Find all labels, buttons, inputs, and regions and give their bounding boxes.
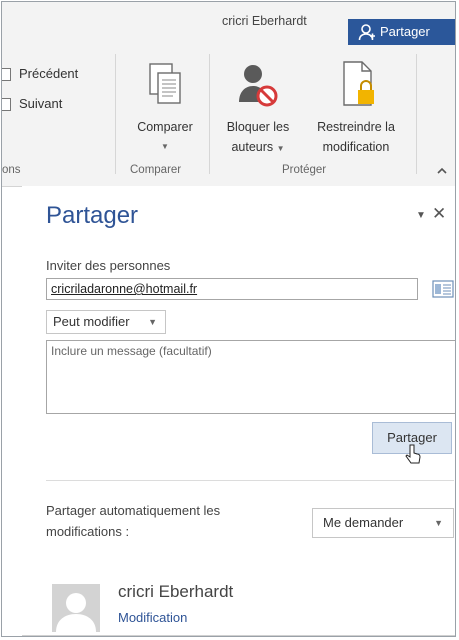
group-label-protect: Protéger — [282, 164, 327, 176]
auto-share-select[interactable]: Me demander ▼ — [312, 508, 454, 538]
chevron-down-icon: ▼ — [161, 142, 169, 151]
title-bar: cricri Eberhardt Partager — [2, 2, 455, 46]
permission-value: Peut modifier — [53, 314, 130, 329]
compare-label: Comparer — [137, 120, 193, 134]
avatar — [52, 584, 100, 632]
pane-title: Partager — [46, 202, 139, 229]
ribbon: Précédent Suivant ons Comparer ▼ Compare… — [2, 46, 455, 187]
compare-icon — [149, 63, 181, 104]
user-name[interactable]: cricri Eberhardt — [222, 14, 307, 28]
group-label-compare: Comparer — [130, 164, 182, 176]
chevron-down-icon: ▼ — [434, 518, 443, 528]
document-icon — [2, 68, 11, 82]
compare-button[interactable]: Comparer ▼ — [120, 54, 210, 154]
chevron-down-icon: ▼ — [276, 144, 285, 153]
word-window: cricri Eberhardt Partager Précédent Suiv… — [1, 1, 456, 637]
block-authors-button[interactable]: Bloquer les auteurs ▼ — [212, 54, 304, 158]
shared-person-role[interactable]: Modification — [118, 610, 187, 625]
address-book-icon[interactable] — [432, 280, 454, 298]
ribbon-separator — [416, 54, 417, 174]
document-icon — [2, 98, 11, 112]
ribbon-separator — [115, 54, 116, 174]
close-icon[interactable]: ✕ — [432, 204, 446, 224]
block-authors-icon — [239, 65, 278, 107]
previous-label: Précédent — [19, 66, 79, 81]
block-authors-label-2: auteurs ▼ — [231, 140, 285, 154]
permission-select[interactable]: Peut modifier ▼ — [46, 310, 166, 334]
invite-label: Inviter des personnes — [46, 258, 171, 273]
previous-change-button[interactable]: Précédent — [2, 66, 79, 82]
chevron-down-icon: ▼ — [148, 317, 157, 327]
person-icon — [358, 24, 375, 41]
restrict-editing-button[interactable]: Restreindre la modification — [304, 54, 408, 158]
list-divider — [22, 635, 455, 636]
next-change-button[interactable]: Suivant — [2, 96, 63, 112]
block-authors-label-1: Bloquer les — [226, 120, 290, 134]
share-pane: Partager ▼ ✕ Inviter des personnes cricr… — [22, 186, 455, 636]
auto-share-label: Partager automatiquement les modificatio… — [46, 503, 221, 539]
shared-person-name: cricri Eberhardt — [118, 582, 234, 601]
chevron-up-icon[interactable] — [436, 166, 448, 176]
message-field[interactable]: Inclure un message (facultatif) — [46, 340, 455, 414]
mouse-cursor-icon — [405, 444, 421, 464]
ribbon-separator — [209, 54, 210, 174]
email-field[interactable]: cricriladaronne@hotmail.fr — [46, 278, 418, 300]
share-top-button[interactable]: Partager — [348, 19, 455, 45]
share-top-label: Partager — [380, 24, 430, 39]
pane-divider — [46, 480, 454, 481]
restrict-label-1: Restreindre la — [317, 120, 395, 134]
restrict-label-2: modification — [322, 140, 390, 154]
group-label-changes: ons — [2, 164, 21, 176]
auto-share-value: Me demander — [323, 515, 404, 530]
person-icon — [56, 593, 96, 632]
next-label: Suivant — [19, 96, 63, 111]
restrict-editing-icon — [343, 61, 374, 106]
pane-options-icon[interactable]: ▼ — [416, 210, 426, 221]
